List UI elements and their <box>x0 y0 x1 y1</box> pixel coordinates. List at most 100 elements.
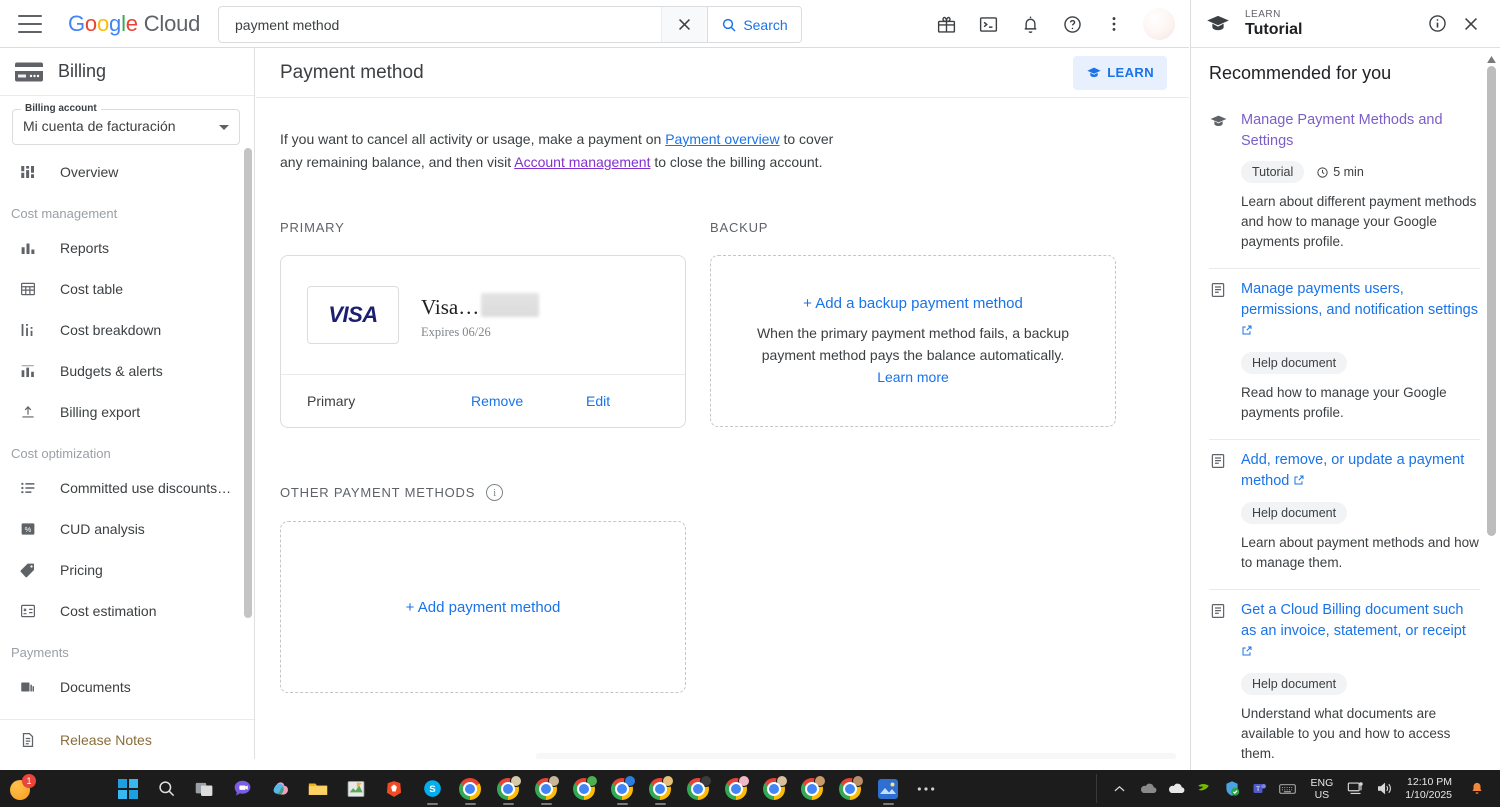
microsoft-copilot-icon[interactable] <box>262 773 298 805</box>
taskbar-search-icon[interactable] <box>148 773 184 805</box>
add-backup-payment-method-button[interactable]: + Add a backup payment method <box>803 295 1023 312</box>
chrome-window[interactable] <box>680 773 716 805</box>
recommended-item[interactable]: Manage Payment Methods and Settings Tutor… <box>1209 100 1480 269</box>
sidebar-scrollbar[interactable] <box>244 148 252 618</box>
chrome-window[interactable] <box>718 773 754 805</box>
page-body: If you want to cancel all activity or us… <box>256 98 1189 693</box>
payment-methods-row: PRIMARY VISA Visa… Expires 06/26 Primary… <box>280 220 1165 428</box>
billing-account-select[interactable]: Billing account Mi cuenta de facturación <box>12 103 240 145</box>
hamburger-icon[interactable] <box>18 14 42 33</box>
below-fold-content-faint <box>536 753 1176 759</box>
sidebar-item-cost-breakdown[interactable]: Cost breakdown <box>0 309 254 350</box>
file-explorer-icon[interactable] <box>300 773 336 805</box>
tutorial-panel-scrollbar[interactable] <box>1486 53 1497 807</box>
more-vert-icon[interactable] <box>1095 5 1133 43</box>
clock[interactable]: 12:10 PM 1/10/2025 <box>1399 776 1462 802</box>
more-apps-icon[interactable] <box>908 773 944 805</box>
sidebar-item-billing-export[interactable]: Billing export <box>0 391 254 432</box>
chrome-window[interactable] <box>756 773 792 805</box>
sidebar-item-pricing[interactable]: Pricing <box>0 549 254 590</box>
sidebar-item-overview[interactable]: Overview <box>0 151 254 192</box>
chrome-window[interactable] <box>490 773 526 805</box>
remove-payment-method-button[interactable]: Remove <box>471 393 586 409</box>
upload-icon <box>18 402 38 422</box>
info-icon[interactable] <box>1420 7 1454 41</box>
recommended-item-link[interactable]: Add, remove, or update a payment method <box>1241 450 1480 493</box>
sidebar-item-cost-table[interactable]: Cost table <box>0 268 254 309</box>
sidebar-item-committed-use-discounts[interactable]: Committed use discounts… <box>0 467 254 508</box>
skype-icon[interactable]: S <box>414 773 450 805</box>
volume-icon[interactable] <box>1371 775 1397 803</box>
account-management-link[interactable]: Account management <box>514 154 650 170</box>
recommended-item[interactable]: Add, remove, or update a payment method … <box>1209 440 1480 590</box>
teams-chat-icon[interactable] <box>224 773 260 805</box>
recommended-item-link[interactable]: Manage payments users, permissions, and … <box>1241 279 1480 343</box>
cloud-shell-icon[interactable] <box>969 5 1007 43</box>
sidebar-item-release-notes[interactable]: Release Notes <box>0 719 254 759</box>
chrome-window[interactable] <box>566 773 602 805</box>
windows-start-icon[interactable] <box>110 773 146 805</box>
tag-icon <box>18 560 38 580</box>
brave-browser-icon[interactable] <box>376 773 412 805</box>
info-icon[interactable]: i <box>486 484 504 501</box>
recommended-item-body: Manage payments users, permissions, and … <box>1241 279 1480 423</box>
tutorial-panel-header: LEARN Tutorial <box>1191 0 1500 48</box>
sidebar-item-label-committed-use-discounts: Committed use discounts… <box>60 479 232 496</box>
security-shield-icon[interactable] <box>1219 775 1245 803</box>
add-payment-method-button[interactable]: + Add payment method <box>406 599 561 616</box>
sidebar-item-reports[interactable]: Reports <box>0 227 254 268</box>
sidebar-item-budgets-alerts[interactable]: Budgets & alerts <box>0 350 254 391</box>
add-backup-payment-method-card[interactable]: + Add a backup payment method When the p… <box>710 255 1116 427</box>
add-payment-method-card[interactable]: + Add payment method <box>280 521 686 693</box>
recommended-item-link[interactable]: Manage Payment Methods and Settings <box>1241 110 1480 152</box>
photos-app-icon[interactable] <box>870 773 906 805</box>
gift-icon[interactable] <box>927 5 965 43</box>
chrome-window[interactable] <box>642 773 678 805</box>
chrome-window[interactable] <box>528 773 564 805</box>
chrome-window[interactable] <box>794 773 830 805</box>
onedrive-gray-icon[interactable] <box>1135 775 1161 803</box>
payment-overview-link[interactable]: Payment overview <box>665 131 779 147</box>
edit-payment-method-button[interactable]: Edit <box>586 393 610 409</box>
help-icon[interactable] <box>1053 5 1091 43</box>
clock-date: 1/10/2025 <box>1405 788 1452 801</box>
sidebar-item-label-cud-analysis: CUD analysis <box>60 520 145 537</box>
notification-badge-icon[interactable]: 1 <box>8 773 36 802</box>
billing-account-legend: Billing account <box>21 103 101 114</box>
clear-search-icon[interactable] <box>661 7 707 42</box>
sidebar-item-documents[interactable]: Documents <box>0 666 254 707</box>
backup-learn-more-link[interactable]: Learn more <box>877 369 949 385</box>
svg-text:S: S <box>429 784 436 795</box>
task-view-icon[interactable] <box>186 773 222 805</box>
network-icon[interactable] <box>1343 775 1369 803</box>
notifications-bell-icon[interactable] <box>1011 5 1049 43</box>
paint-icon[interactable] <box>338 773 374 805</box>
microsoft-teams-icon[interactable]: T <box>1247 775 1273 803</box>
chrome-window[interactable] <box>604 773 640 805</box>
learn-button[interactable]: LEARN <box>1073 55 1167 90</box>
sidebar-item-cost-estimation[interactable]: Cost estimation <box>0 590 254 631</box>
show-hidden-icons[interactable] <box>1107 775 1133 803</box>
billing-card-icon <box>15 62 43 81</box>
search-input[interactable] <box>219 7 661 42</box>
recommended-item[interactable]: Get a Cloud Billing document such as an … <box>1209 590 1480 781</box>
nvidia-icon[interactable] <box>1191 775 1217 803</box>
scroll-up-arrow-icon[interactable] <box>1486 53 1497 65</box>
recommended-item[interactable]: Manage payments users, permissions, and … <box>1209 269 1480 440</box>
onedrive-white-icon[interactable] <box>1163 775 1189 803</box>
keyboard-layout-icon[interactable] <box>1275 775 1301 803</box>
close-icon[interactable] <box>1454 7 1488 41</box>
chrome-window[interactable] <box>832 773 868 805</box>
scrollbar-thumb[interactable] <box>1487 66 1496 536</box>
recommended-item-tags: Help document <box>1241 673 1480 695</box>
search-button[interactable]: Search <box>707 7 801 42</box>
search-bar[interactable]: Search <box>218 6 802 43</box>
chevron-down-icon[interactable] <box>219 125 229 130</box>
language-indicator[interactable]: ENG US <box>1303 777 1342 801</box>
google-cloud-logo[interactable]: Google Cloud <box>68 11 200 37</box>
chrome-window[interactable] <box>452 773 488 805</box>
avatar[interactable] <box>1143 8 1175 40</box>
sidebar-item-cud-analysis[interactable]: % CUD analysis <box>0 508 254 549</box>
recommended-item-link[interactable]: Get a Cloud Billing document such as an … <box>1241 600 1480 664</box>
notification-bell-icon[interactable] <box>1464 775 1490 803</box>
